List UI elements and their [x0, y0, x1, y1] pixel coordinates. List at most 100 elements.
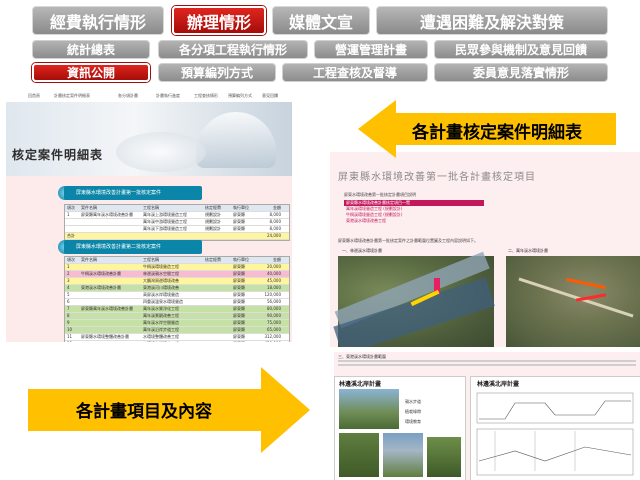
table-header-cell: 核定經費: [205, 205, 221, 210]
subtab-inspection-supervision[interactable]: 工程查核及督導: [282, 63, 428, 82]
subtab-information-disclosure[interactable]: 資訊公開: [32, 63, 150, 82]
table-row: 1 牛稠溪環境營造工程 屏東縣 20,000: [65, 264, 289, 271]
callout-upper-label: 各計畫核定案件明細表: [412, 123, 582, 143]
table-cell: 屏東縣: [233, 264, 245, 269]
table-cell: 45,000: [267, 278, 281, 283]
table-cell: 合計: [67, 233, 75, 238]
table-cell: 10: [67, 327, 73, 332]
table-cell: 3: [67, 278, 70, 283]
table-cell: 18,000: [267, 285, 281, 290]
table-cell: 6: [67, 299, 70, 304]
lower-body-line: [338, 360, 636, 362]
table-cell: 屏東縣萬年溪水環境改善計畫: [81, 212, 133, 217]
table-cell: [79, 226, 141, 232]
lower-body-line: [338, 364, 636, 366]
table2: 項次 案件名稱 工程名稱 核定經費 執行單位 金額 1 牛稠溪環境營造工程 屏東縣 2…: [64, 256, 290, 342]
table-cell: 萬年溪水岸空間營造: [143, 320, 179, 325]
nav-item[interactable]: 計畫執行進度: [156, 93, 180, 99]
subtab-committee-opinions[interactable]: 委員意見落實情形: [434, 63, 608, 82]
table-header-cell: 執行單位: [233, 257, 249, 262]
table-cell: [65, 226, 79, 232]
nav-item[interactable]: 預算編列方式: [228, 93, 252, 99]
table-cell: [203, 334, 231, 340]
table-header-row: 項次 案件名稱 工程名稱 核定經費 執行單位 金額: [65, 257, 289, 264]
nav-item[interactable]: 計畫核定案件明細表: [54, 93, 90, 99]
table-cell: 萬年溪沿岸步道工程: [143, 327, 179, 332]
table-cell: 屏東縣: [233, 313, 245, 318]
table-cell: 屏東縣水環境整體改善計畫: [81, 334, 129, 339]
subtab-budget-method[interactable]: 預算編列方式: [158, 63, 276, 82]
nav-item[interactable]: 工程查核情形: [194, 93, 218, 99]
table-cell: 四重溪溫泉水環境營造: [143, 299, 183, 304]
table-cell: 120,000: [264, 292, 281, 297]
nav-item[interactable]: 意見回饋: [262, 93, 278, 99]
lower-document-screenshot: 三、東港溪水環境計畫範圍 林邊溪北岸計畫 親水步道 植栽綠帶 環境教育 林邊溪北…: [334, 352, 640, 480]
table-cell: 東港溪河川環境改善: [143, 285, 179, 290]
tab-funding-execution[interactable]: 經費執行情形: [32, 6, 164, 35]
subtab-operation-management[interactable]: 營運管理計畫: [314, 40, 428, 59]
section1-header: 屏東縣水環境改善計畫第一批核定案件: [64, 186, 202, 200]
table-cell: 11: [67, 334, 73, 339]
table-cell: 屏東縣萬年溪水環境改善計畫: [81, 306, 133, 311]
table-cell: 屏東縣: [231, 341, 257, 342]
tab-media-publicity[interactable]: 媒體文宣: [272, 6, 370, 35]
table-cell: [79, 292, 141, 298]
table-header-row: 項次 案件名稱 工程名稱 核定經費 執行單位 金額: [65, 205, 289, 212]
table-cell: 12: [65, 341, 79, 342]
table-cell: [79, 219, 141, 225]
table-row: 1 屏東縣萬年溪水環境改善計畫 萬年溪上游環境營造工程 規劃設計 屏東縣 8,0…: [65, 212, 289, 219]
table-header-cell: 案件名稱: [81, 205, 97, 210]
table-cell: 450,000: [257, 341, 283, 342]
table-cell: [203, 299, 231, 305]
table-cell: 屏東縣: [233, 292, 245, 297]
table-cell: 24,000: [267, 233, 281, 238]
table-cell: 312,000: [264, 334, 281, 339]
banner-title: 核定案件明細表: [12, 148, 104, 162]
table-cell: 90,000: [267, 313, 281, 318]
doc-body-text: 屏東縣水環境改善計畫第一批核定案件之計畫範圍位置圖及工程內容說明如下。: [338, 238, 478, 243]
tab-difficulties-solutions[interactable]: 遭遇困難及解決對策: [376, 6, 608, 35]
table-cell: 7: [67, 306, 70, 311]
table-cell: 2: [67, 271, 70, 276]
table-cell: 屏東縣: [233, 212, 245, 217]
table-cell: 規劃設計: [205, 219, 221, 224]
table-row: 8 萬年溪景觀改善工程 屏東縣 90,000: [65, 313, 289, 320]
callout-lower-label: 各計畫項目及內容: [76, 402, 212, 422]
table-row: 11 屏東縣水環境整體改善計畫 水環境整體改善工程屏東縣 312,000: [65, 334, 289, 341]
table-cell: 9: [67, 320, 70, 325]
table-cell: [203, 285, 231, 291]
table-cell: [79, 313, 141, 319]
left-webpage-screenshot: 回首頁 計畫核定案件明細表 各分項計畫 計畫執行進度 工程查核情形 預算編列方式…: [6, 90, 292, 342]
aerial-map-2: [506, 256, 640, 347]
drawing-board-2-title: 林邊溪北岸計畫: [477, 381, 520, 388]
subtab-public-participation[interactable]: 民眾參與機制及意見回饋: [434, 40, 608, 59]
drawing-board-2: 林邊溪北岸計畫: [470, 376, 640, 480]
table-cell: 水環境整體改善工程: [143, 334, 179, 339]
table-cell: [141, 233, 203, 239]
table-cell: 75,000: [267, 320, 281, 325]
subtab-sub-project-execution[interactable]: 各分項工程執行情形: [158, 40, 308, 59]
tab-progress-status[interactable]: 辦理情形: [172, 6, 266, 35]
table-cell: [203, 341, 231, 342]
table-cell: 規劃設計: [205, 226, 221, 231]
table-cell: 屏東縣: [233, 226, 245, 231]
table1: 項次 案件名稱 工程名稱 核定經費 執行單位 金額 1 屏東縣萬年溪水環境改善計…: [64, 204, 290, 241]
table-header-cell: 執行單位: [233, 205, 249, 210]
table-cell: [203, 292, 231, 298]
nav-item[interactable]: 回首頁: [28, 93, 40, 99]
table-cell: 20,000: [267, 264, 281, 269]
table-cell: 屏東縣: [233, 299, 245, 304]
doc-list-item: 東港溪水環境改善工程: [346, 218, 386, 223]
subtab-statistics-summary[interactable]: 統計總表: [32, 40, 150, 59]
table-cell: 規劃設計: [205, 212, 221, 217]
table-cell: [203, 306, 231, 312]
table-cell: 8,000: [269, 226, 281, 231]
table-cell: [203, 327, 231, 333]
table-header-cell: 項次: [67, 257, 75, 262]
nav-item[interactable]: 各分項計畫: [118, 93, 138, 99]
table-cell: [203, 278, 231, 284]
photo-board-1-title: 林邊溪北岸計畫: [339, 381, 382, 388]
table-cell: 萬年溪景觀改善工程: [143, 313, 179, 318]
table-cell: 屏東縣: [233, 271, 245, 276]
map1-caption: 一、林邊溪水環境計畫: [342, 248, 382, 253]
